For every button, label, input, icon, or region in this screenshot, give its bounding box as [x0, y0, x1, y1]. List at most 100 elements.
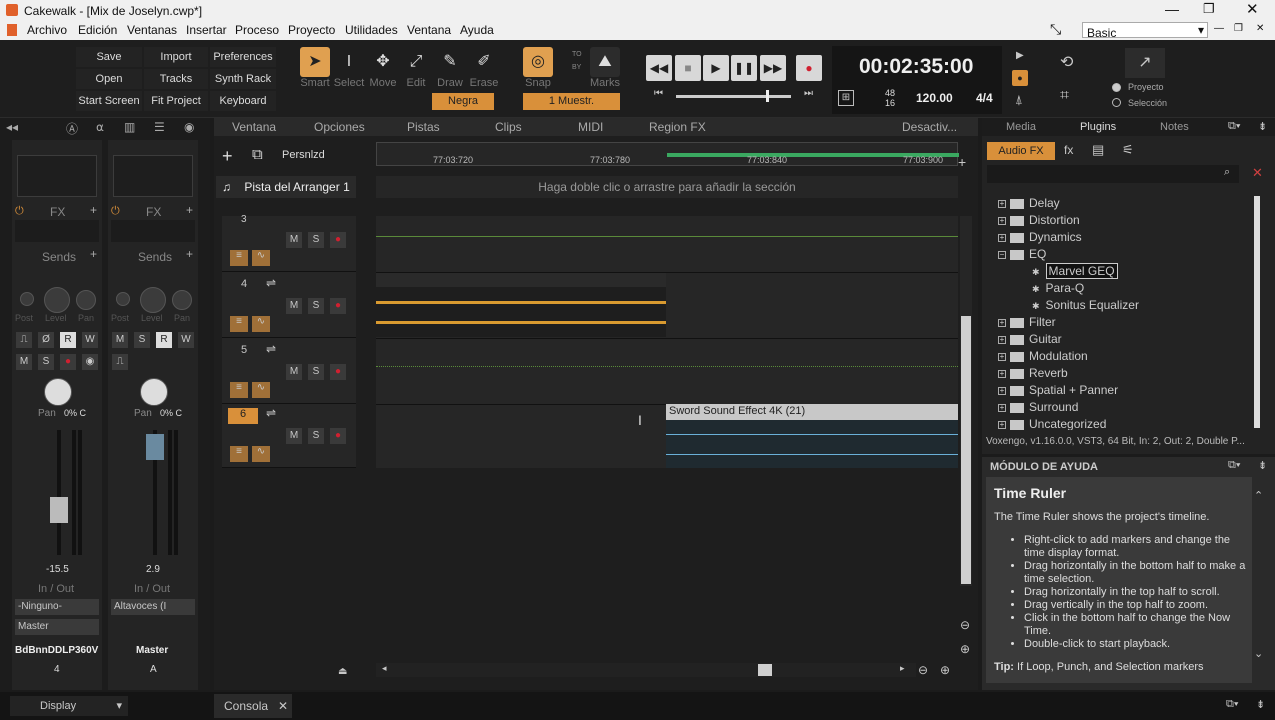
menu-pistas[interactable]: Pistas	[407, 120, 440, 134]
go-to-end-icon[interactable]: ⏭	[804, 88, 813, 99]
solo-button[interactable]: S	[38, 354, 54, 370]
input-select[interactable]: -Ninguno-	[15, 599, 99, 615]
doc-minimize-icon[interactable]: —	[1214, 23, 1224, 34]
snap-toggle[interactable]: ◎	[523, 47, 553, 77]
zoom-out-icon[interactable]: ⊖	[918, 663, 928, 677]
bottom-menu-icon[interactable]: ⧉▾	[1226, 698, 1238, 711]
menu-clips[interactable]: Clips	[495, 120, 522, 134]
track-arm[interactable]: ●	[330, 364, 346, 380]
track-5-header[interactable]: 5 ⇌ M S ● ≡ ∿	[222, 338, 356, 404]
preset-select[interactable]: Persnlzd	[278, 146, 354, 164]
fx-icon[interactable]: ⍺	[96, 120, 104, 134]
strip-name[interactable]: Master	[136, 645, 168, 656]
snap-resolution-select[interactable]: 1 Muestr.	[523, 93, 620, 110]
tracks-button[interactable]: Tracks	[144, 69, 208, 89]
mute-button[interactable]: M	[16, 354, 32, 370]
clear-search-icon[interactable]: ✕	[1252, 165, 1263, 181]
plugin-search-input[interactable]	[987, 165, 1239, 183]
tree-item-guitar[interactable]: + Guitar	[998, 332, 1062, 346]
tab-notes[interactable]: Notes	[1160, 121, 1189, 133]
help-scroll-up-icon[interactable]: ⌃	[1254, 489, 1263, 502]
track-3-header[interactable]: 3 M S ● ≡ ∿	[222, 214, 356, 272]
pan-knob-small[interactable]	[76, 290, 96, 310]
zoom-out-vertical-icon[interactable]: ⊖	[960, 618, 970, 632]
horizontal-scrollbar[interactable]: ◂ ▸	[376, 663, 916, 677]
fx-bin[interactable]	[111, 220, 195, 242]
edit-tool[interactable]: ⤢	[401, 47, 431, 77]
stop-button[interactable]: ■	[675, 55, 701, 81]
tree-item-uncategorized[interactable]: + Uncategorized	[998, 417, 1106, 430]
track-6-header[interactable]: 6 ⇌ M S ● ≡ ∿	[222, 404, 356, 468]
fx-power-icon[interactable]: ⏻	[15, 205, 24, 218]
text-icon[interactable]: Ⓐ	[66, 120, 78, 137]
help-menu-icon[interactable]: ⧉▾	[1228, 459, 1240, 472]
import-button[interactable]: Import	[144, 47, 208, 67]
scroll-thumb[interactable]	[961, 316, 971, 584]
mute-button[interactable]: M	[112, 332, 128, 348]
lane-icon[interactable]: ≡	[230, 316, 248, 332]
level-knob[interactable]	[44, 287, 70, 313]
marks-icon[interactable]: ⛰	[590, 47, 620, 77]
meter-value[interactable]: 4/4	[976, 91, 993, 105]
metronome-icon[interactable]: ⊞	[838, 90, 854, 106]
tempo-value[interactable]: 120.00	[916, 91, 953, 105]
menu-region-fx[interactable]: Region FX	[649, 120, 706, 134]
track-settings-icon[interactable]: ⇌	[266, 342, 276, 356]
track-settings-icon[interactable]: ⇌	[266, 276, 276, 290]
automation-icon[interactable]: ∿	[252, 446, 270, 462]
tree-item-modulation[interactable]: + Modulation	[998, 349, 1088, 363]
console-tab[interactable]: Consola ✕	[214, 694, 292, 718]
loop-icon[interactable]: ⟲	[1060, 52, 1073, 72]
play-button[interactable]: ▶	[703, 55, 729, 81]
go-to-start-icon[interactable]: ⏮	[654, 88, 663, 99]
tree-item-marvel-geq[interactable]: ✱ Marvel GEQ	[1032, 263, 1118, 279]
track-solo[interactable]: S	[308, 232, 324, 248]
radio-proyecto[interactable]	[1112, 83, 1121, 92]
read-button[interactable]: R	[60, 332, 76, 348]
audio-clip-track-4[interactable]	[376, 273, 666, 337]
menu-ayuda[interactable]: Ayuda	[460, 23, 494, 37]
tree-item-sonitus-eq[interactable]: ✱ Sonitus Equalizer	[1032, 298, 1139, 312]
track-solo[interactable]: S	[308, 428, 324, 444]
menu-insertar[interactable]: Insertar	[186, 23, 227, 37]
automation-icon[interactable]: ∿	[252, 250, 270, 266]
input-echo-button[interactable]: ⎍	[112, 354, 128, 370]
menu-ventanas[interactable]: Ventanas	[127, 23, 177, 37]
write-button[interactable]: W	[82, 332, 98, 348]
automation-icon[interactable]: ∿	[252, 382, 270, 398]
snap-value-select[interactable]: Negra	[432, 93, 494, 110]
eject-icon[interactable]: ⏏	[338, 666, 347, 677]
h-scroll-thumb[interactable]	[758, 664, 772, 676]
menu-ventana[interactable]: Ventana	[407, 23, 451, 37]
pan-knob[interactable]	[140, 378, 168, 406]
fx-add-icon[interactable]: +	[90, 203, 97, 217]
volume-value[interactable]: 2.9	[146, 564, 160, 575]
fast-forward-button[interactable]: ▶▶	[760, 55, 786, 81]
eq-graph[interactable]	[113, 155, 193, 197]
tree-item-surround[interactable]: + Surround	[998, 400, 1078, 414]
monitor-button[interactable]: ◉	[82, 354, 98, 370]
menu-midi[interactable]: MIDI	[578, 120, 603, 134]
scroll-left-icon[interactable]: ◂	[382, 663, 387, 674]
track-mute[interactable]: M	[286, 364, 302, 380]
pan-knob-small[interactable]	[172, 290, 192, 310]
list-icon[interactable]: ☰	[154, 120, 165, 134]
panel-collapse-icon[interactable]: ⇟	[1258, 120, 1267, 133]
punch-icon[interactable]: ⌗	[1060, 87, 1069, 105]
fx-power-icon[interactable]: ⏻	[111, 205, 120, 218]
sends-add-icon[interactable]: +	[90, 247, 97, 261]
read-button[interactable]: R	[156, 332, 172, 348]
tree-item-para-q[interactable]: ✱ Para-Q	[1032, 281, 1084, 295]
close-button[interactable]: ✕	[1246, 0, 1259, 18]
solo-button[interactable]: S	[134, 332, 150, 348]
console-close-icon[interactable]: ✕	[278, 694, 288, 718]
tree-item-spatial[interactable]: + Spatial + Panner	[998, 383, 1118, 397]
plugin-layout-icon[interactable]: ⚟	[1122, 142, 1134, 158]
track-mute[interactable]: M	[286, 298, 302, 314]
zoom-in-icon[interactable]: ⊕	[940, 663, 950, 677]
tree-item-eq[interactable]: − EQ	[998, 247, 1046, 261]
clips-pane[interactable]: Sword Sound Effect 4K (21) I	[376, 216, 958, 468]
eq-icon[interactable]: ▥	[124, 120, 135, 134]
plugin-list-icon[interactable]: ▤	[1092, 142, 1104, 158]
track-solo[interactable]: S	[308, 298, 324, 314]
